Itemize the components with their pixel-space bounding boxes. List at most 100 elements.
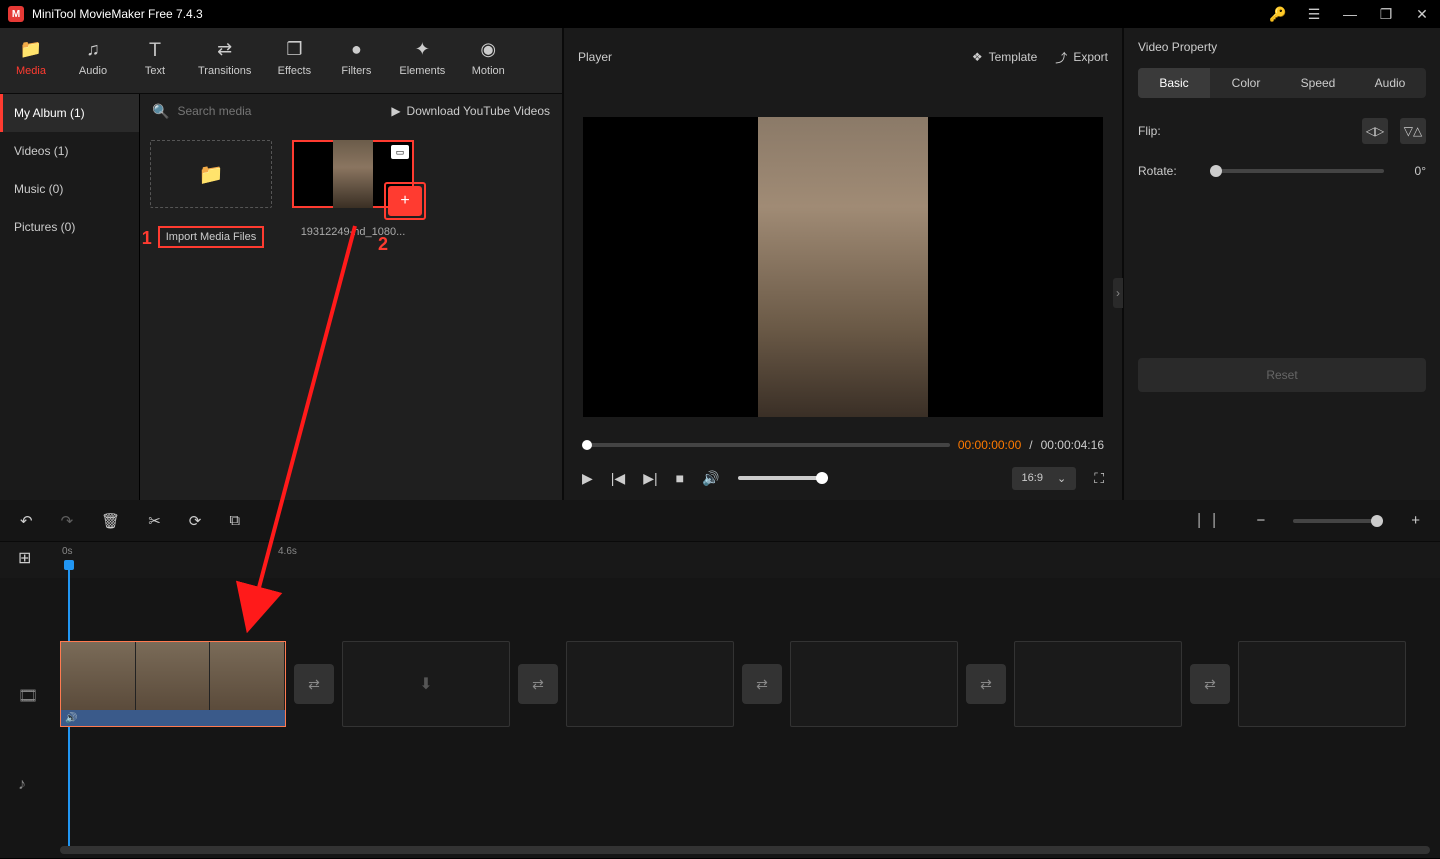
zoom-out-button[interactable]: −: [1256, 512, 1265, 529]
redo-button[interactable]: ↷: [61, 512, 74, 530]
prop-tab-speed[interactable]: Speed: [1282, 68, 1354, 98]
tab-media[interactable]: 📁Media: [0, 28, 62, 93]
collapse-properties-handle[interactable]: ›: [1113, 278, 1123, 308]
license-key-icon[interactable]: 🔑: [1268, 6, 1288, 23]
import-media-tile[interactable]: 📁 1 Import Media Files: [150, 140, 272, 248]
fullscreen-button[interactable]: ⛶: [1094, 470, 1104, 487]
annotation-marker-2: 2: [378, 234, 388, 255]
add-track-button[interactable]: ⊞: [18, 548, 31, 568]
filters-icon: ●: [351, 38, 362, 60]
close-button[interactable]: ✕: [1412, 6, 1432, 23]
menu-icon[interactable]: ☰: [1304, 6, 1324, 23]
tab-filters[interactable]: ●Filters: [325, 28, 387, 93]
timeline-clip[interactable]: 🔊: [60, 641, 286, 727]
category-music[interactable]: Music (0): [0, 170, 139, 208]
property-tabs: Basic Color Speed Audio: [1138, 68, 1426, 98]
transition-slot[interactable]: ⇄: [294, 664, 334, 704]
prev-frame-button[interactable]: |◀: [611, 470, 625, 487]
flip-horizontal-button[interactable]: ◁▷: [1362, 118, 1388, 144]
snap-button[interactable]: ⎸⎸: [1198, 512, 1228, 529]
empty-clip-slot[interactable]: [1238, 641, 1406, 727]
video-badge-icon: ▭: [391, 145, 409, 159]
youtube-icon: ▶: [391, 104, 400, 118]
rotate-handle[interactable]: [1210, 165, 1222, 177]
tab-transitions[interactable]: ⇄Transitions: [186, 28, 263, 93]
rotate-label: Rotate:: [1138, 164, 1198, 178]
category-my-album[interactable]: My Album (1): [0, 94, 139, 132]
tab-text[interactable]: ＴText: [124, 28, 186, 93]
properties-title: Video Property: [1138, 40, 1426, 54]
clip-thumbnail[interactable]: ▭ +: [292, 140, 414, 208]
volume-icon[interactable]: 🔊: [702, 470, 719, 487]
text-icon: Ｔ: [146, 38, 164, 60]
current-time: 00:00:00:00: [958, 438, 1021, 452]
play-button[interactable]: ▶: [582, 470, 593, 487]
media-categories: My Album (1) Videos (1) Music (0) Pictur…: [0, 94, 140, 500]
crop-button[interactable]: ⧉: [229, 512, 240, 529]
undo-button[interactable]: ↶: [20, 512, 33, 530]
prop-tab-color[interactable]: Color: [1210, 68, 1282, 98]
zoom-in-button[interactable]: +: [1411, 512, 1420, 529]
timeline-ruler[interactable]: ⊞ 0s 4.6s: [0, 542, 1440, 578]
search-input[interactable]: [177, 104, 383, 118]
video-track-icon: 🎞: [18, 686, 38, 706]
total-duration: 00:00:04:16: [1041, 438, 1104, 452]
speaker-icon: 🔊: [65, 713, 77, 724]
player-title: Player: [578, 50, 954, 64]
audio-track[interactable]: [60, 732, 1440, 792]
category-videos[interactable]: Videos (1): [0, 132, 139, 170]
transition-slot[interactable]: ⇄: [966, 664, 1006, 704]
delete-button[interactable]: 🗑: [101, 512, 120, 530]
time-separator: /: [1029, 438, 1032, 452]
prop-tab-audio[interactable]: Audio: [1354, 68, 1426, 98]
empty-clip-slot[interactable]: [790, 641, 958, 727]
split-button[interactable]: ✂: [148, 512, 161, 530]
prop-tab-basic[interactable]: Basic: [1138, 68, 1210, 98]
volume-handle[interactable]: [816, 472, 828, 484]
music-note-icon: ♫: [86, 38, 100, 60]
speed-button[interactable]: ⟳: [189, 512, 202, 530]
timeline-scrollbar[interactable]: [60, 846, 1430, 854]
transition-slot[interactable]: ⇄: [518, 664, 558, 704]
next-frame-button[interactable]: ▶|: [643, 470, 657, 487]
export-button[interactable]: ⤴Export: [1055, 49, 1108, 66]
properties-panel: Video Property Basic Color Speed Audio F…: [1124, 28, 1440, 500]
clip-filename: 19312249-hd_1080...: [292, 226, 414, 238]
category-pictures[interactable]: Pictures (0): [0, 208, 139, 246]
player-seekbar[interactable]: [582, 443, 950, 447]
app-title: MiniTool MovieMaker Free 7.4.3: [32, 7, 1268, 21]
clip-preview-image: [333, 140, 373, 208]
transition-slot[interactable]: ⇄: [1190, 664, 1230, 704]
template-button[interactable]: ❖Template: [972, 50, 1037, 64]
download-icon: ⬇: [419, 674, 432, 694]
video-preview: [758, 117, 928, 417]
folder-icon: 📁: [20, 38, 42, 60]
zoom-handle[interactable]: [1371, 515, 1383, 527]
media-clip-tile[interactable]: ▭ + 19312249-hd_1080... 2: [292, 140, 414, 248]
tab-motion[interactable]: ◉Motion: [457, 28, 519, 93]
empty-clip-slot[interactable]: ⬇: [342, 641, 510, 727]
tab-effects[interactable]: ❐Effects: [263, 28, 325, 93]
tab-audio[interactable]: ♫Audio: [62, 28, 124, 93]
stop-button[interactable]: ■: [676, 470, 684, 486]
titlebar: M MiniTool MovieMaker Free 7.4.3 🔑 ☰ — ❐…: [0, 0, 1440, 28]
empty-clip-slot[interactable]: [1014, 641, 1182, 727]
reset-button[interactable]: Reset: [1138, 358, 1426, 392]
empty-clip-slot[interactable]: [566, 641, 734, 727]
aspect-ratio-select[interactable]: 16:9⌄: [1012, 467, 1077, 490]
download-youtube-link[interactable]: ▶Download YouTube Videos: [391, 104, 550, 118]
video-track[interactable]: 🔊 ⇄ ⬇ ⇄ ⇄ ⇄ ⇄: [60, 636, 1440, 732]
transition-slot[interactable]: ⇄: [742, 664, 782, 704]
chevron-down-icon: ⌄: [1057, 472, 1066, 485]
add-to-timeline-button[interactable]: +: [388, 186, 422, 216]
flip-vertical-button[interactable]: ▽△: [1400, 118, 1426, 144]
transitions-icon: ⇄: [217, 38, 232, 60]
import-media-label: 1 Import Media Files: [158, 226, 264, 248]
minimize-button[interactable]: —: [1340, 6, 1360, 22]
volume-slider[interactable]: [738, 476, 828, 480]
zoom-slider[interactable]: [1293, 519, 1383, 523]
maximize-button[interactable]: ❐: [1376, 6, 1396, 23]
rotate-slider[interactable]: [1210, 169, 1384, 173]
seekbar-handle[interactable]: [582, 440, 592, 450]
tab-elements[interactable]: ✦Elements: [387, 28, 457, 93]
